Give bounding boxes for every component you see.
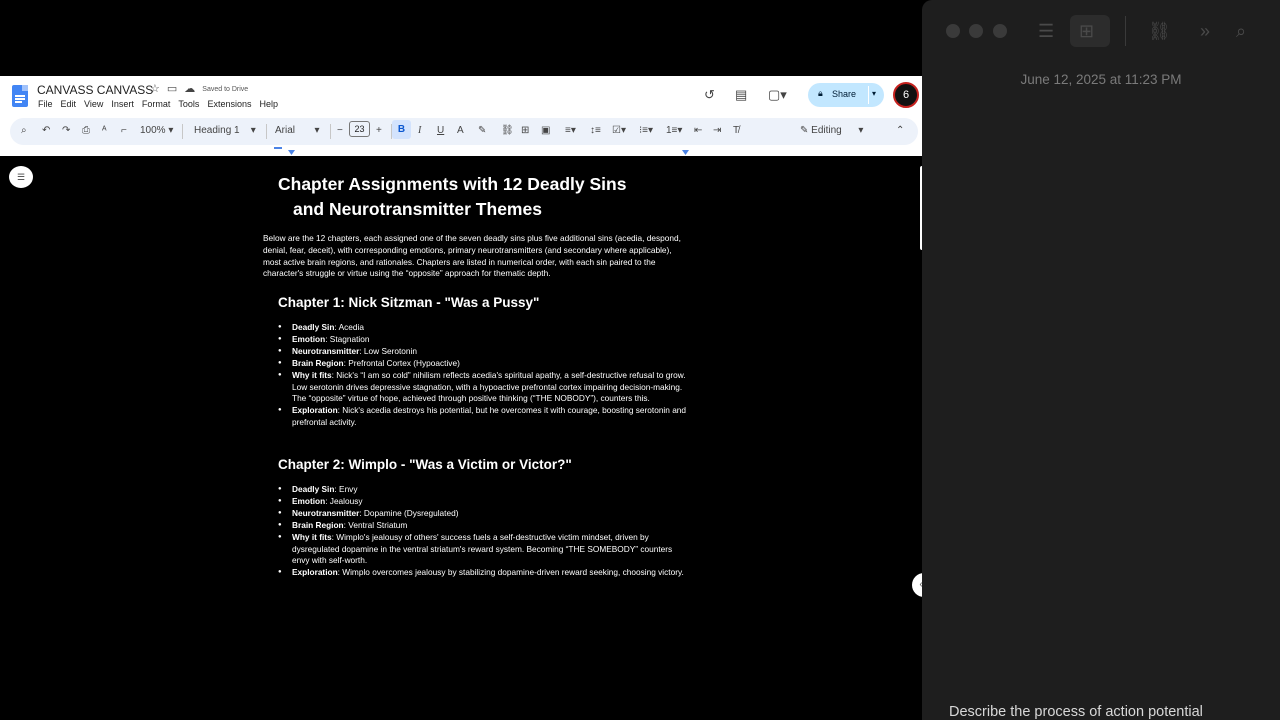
highlight-icon[interactable]: ✎ <box>478 124 486 138</box>
redo-icon[interactable]: ↷ <box>62 124 70 138</box>
font-size-input[interactable]: 23 <box>349 121 370 137</box>
video-call-icon[interactable]: ▢▾ <box>768 87 787 103</box>
docs-header: CANVASS CANVASS ☆ ▭ ☁ Saved to Drive Fil… <box>0 76 928 116</box>
share-label: Share <box>832 89 857 99</box>
list-item: Neurotransmitter: Low Serotonin <box>278 346 690 358</box>
bold-button[interactable]: B <box>392 120 411 139</box>
align-icon[interactable]: ≡▾ <box>565 124 576 138</box>
print-icon[interactable]: ⎙ <box>82 124 90 138</box>
grid-view-icon: ⊞ <box>1079 21 1095 41</box>
list-item: Exploration: Nick's acedia destroys his … <box>278 405 690 429</box>
more-chevron-icon[interactable]: » <box>1200 19 1210 43</box>
right-indent-handle[interactable] <box>682 150 689 155</box>
menu-file[interactable]: File <box>38 99 53 109</box>
editing-mode-select[interactable]: ✎ Editing ▾ <box>800 124 863 138</box>
screen: CANVASS CANVASS ☆ ▭ ☁ Saved to Drive Fil… <box>0 0 1280 720</box>
zoom-select[interactable]: 100% ▾ <box>140 124 173 138</box>
chapter-2-list: Deadly Sin: Envy Emotion: Jealousy Neuro… <box>278 484 690 579</box>
menu-extensions[interactable]: Extensions <box>207 99 251 109</box>
menu-format[interactable]: Format <box>142 99 171 109</box>
saved-status: Saved to Drive <box>202 86 249 93</box>
list-item: Deadly Sin: Envy <box>278 484 690 496</box>
menu-view[interactable]: View <box>84 99 103 109</box>
font-select[interactable]: Arial ▾ <box>275 124 319 138</box>
list-view-icon[interactable]: ☰ <box>1038 19 1054 43</box>
move-folder-icon[interactable]: ▭ <box>167 83 177 96</box>
document-heading: Chapter Assignments with 12 Deadly Sins … <box>278 174 627 219</box>
link-icon[interactable]: ⛓ <box>501 124 514 138</box>
avatar[interactable]: 6 <box>893 82 919 108</box>
menu-help[interactable]: Help <box>259 99 278 109</box>
search-icon[interactable]: ⌕ <box>1236 19 1246 43</box>
list-item: Why it fits: Wimplo's jealousy of others… <box>278 532 690 568</box>
list-item: Emotion: Jealousy <box>278 496 690 508</box>
list-item: Brain Region: Ventral Striatum <box>278 520 690 532</box>
increase-font-size-button[interactable]: + <box>376 124 382 138</box>
list-item: Deadly Sin: Acedia <box>278 322 690 334</box>
menu-edit[interactable]: Edit <box>61 99 77 109</box>
left-indent-handle[interactable] <box>288 150 295 155</box>
share-button[interactable]: 🔒︎ Share ▾ <box>808 83 884 107</box>
window-close-button[interactable] <box>946 24 960 38</box>
history-icon[interactable]: ↺ <box>704 87 715 103</box>
chapter-1-list: Deadly Sin: Acedia Emotion: Stagnation N… <box>278 322 690 429</box>
search-menus-icon[interactable]: ⌕ <box>21 124 27 138</box>
list-item: Neurotransmitter: Dopamine (Dysregulated… <box>278 508 690 520</box>
docs-logo-icon[interactable] <box>12 85 28 107</box>
note-date: June 12, 2025 at 11:23 PM <box>1020 72 1182 87</box>
window-zoom-button[interactable] <box>993 24 1007 38</box>
toolbar-strip: ⌕ ↶ ↷ ⎙ ᴬ ⌐ 100% ▾ Heading 1 ▾ Arial ▾ −… <box>10 118 918 145</box>
clear-formatting-icon[interactable]: T̸ <box>733 124 739 138</box>
menu-bar: File Edit View Insert Format Tools Exten… <box>38 99 278 109</box>
text-color-button[interactable]: A <box>457 124 464 138</box>
window-minimize-button[interactable] <box>969 24 983 38</box>
menu-tools[interactable]: Tools <box>178 99 199 109</box>
document-canvas: ☰ ‹ Chapter Assignments with 12 Deadly S… <box>0 156 930 720</box>
lock-icon: 🔒︎ <box>818 88 823 98</box>
line-spacing-icon[interactable]: ↕≡ <box>590 124 601 138</box>
first-line-indent-handle[interactable] <box>274 147 282 149</box>
title-icons: ☆ ▭ ☁ Saved to Drive <box>150 83 248 96</box>
increase-indent-icon[interactable]: ⇥ <box>713 124 721 138</box>
note-preview[interactable]: Describe the process of action potential <box>949 704 1203 720</box>
star-icon[interactable]: ☆ <box>150 83 160 96</box>
paint-format-icon[interactable]: ⌐ <box>121 124 127 138</box>
numbered-list-icon[interactable]: 1≡▾ <box>666 124 682 138</box>
list-item: Why it fits: Nick's “I am so cold” nihil… <box>278 370 690 406</box>
checklist-icon[interactable]: ☑▾ <box>612 124 626 138</box>
collapse-menus-icon[interactable]: ⌃ <box>896 124 904 138</box>
chapter-1-heading: Chapter 1: Nick Sitzman - "Was a Pussy" <box>278 295 540 310</box>
document-outline-icon[interactable]: ☰ <box>9 166 33 188</box>
list-item: Exploration: Wimplo overcomes jealousy b… <box>278 567 690 579</box>
spellcheck-icon[interactable]: ᴬ <box>102 124 107 138</box>
underline-button[interactable]: U <box>437 124 444 138</box>
intro-paragraph: Below are the 12 chapters, each assigned… <box>263 233 681 279</box>
notes-panel: ☰ ⊞ ⛓ » ⌕ June 12, 2025 at 11:23 PM Desc… <box>922 0 1280 720</box>
add-comment-icon[interactable]: ⊞ <box>521 124 529 138</box>
share-dropdown-icon[interactable]: ▾ <box>872 89 876 98</box>
cloud-saved-icon: ☁ <box>184 83 196 95</box>
comment-icon[interactable]: ▤ <box>735 87 747 103</box>
decrease-indent-icon[interactable]: ⇤ <box>694 124 702 138</box>
menu-insert[interactable]: Insert <box>111 99 134 109</box>
undo-icon[interactable]: ↶ <box>42 124 50 138</box>
style-select[interactable]: Heading 1 ▾ <box>194 124 256 138</box>
italic-button[interactable]: I <box>418 124 421 138</box>
document-title[interactable]: CANVASS CANVASS <box>37 83 153 97</box>
list-item: Brain Region: Prefrontal Cortex (Hypoact… <box>278 358 690 370</box>
ruler <box>0 146 928 156</box>
decrease-font-size-button[interactable]: − <box>337 124 343 138</box>
link-share-icon[interactable]: ⛓ <box>1148 19 1171 43</box>
insert-image-icon[interactable]: ▣ <box>541 124 550 138</box>
chapter-2-heading: Chapter 2: Wimplo - "Was a Victim or Vic… <box>278 457 572 472</box>
bulleted-list-icon[interactable]: ⁝≡▾ <box>639 124 653 138</box>
list-item: Emotion: Stagnation <box>278 334 690 346</box>
